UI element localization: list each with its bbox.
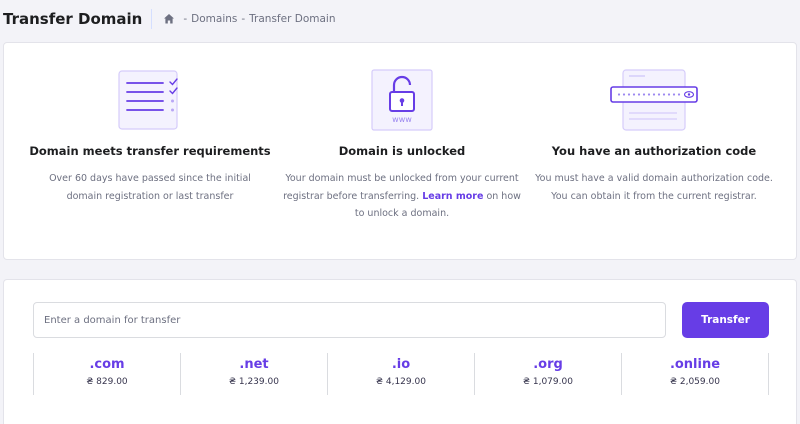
requirement-description: Over 60 days have passed since the initi…: [49, 173, 251, 202]
domain-transfer-input[interactable]: [33, 302, 666, 338]
breadcrumb-item-transfer-domain: Transfer Domain: [249, 13, 336, 25]
tld-item: .io ₴ 4,129.00: [327, 353, 474, 395]
tld-name: .io: [391, 357, 411, 372]
domain-transfer-card: Transfer .com ₴ 829.00 .net ₴ 1,239.00 .…: [3, 279, 797, 424]
tld-item: .com ₴ 829.00: [33, 353, 180, 395]
requirement-transfer-eligibility: Domain meets transfer requirements Over …: [18, 43, 282, 205]
tld-name: .net: [239, 357, 269, 372]
transfer-requirements-card: Domain meets transfer requirements Over …: [3, 42, 797, 260]
tld-price: ₴ 829.00: [86, 377, 128, 387]
tld-price: ₴ 1,239.00: [229, 377, 279, 387]
page-title: Transfer Domain: [3, 9, 153, 29]
tld-name: .com: [89, 357, 125, 372]
checklist-icon: [18, 68, 282, 132]
tld-price-list: .com ₴ 829.00 .net ₴ 1,239.00 .io ₴ 4,12…: [33, 353, 769, 395]
requirement-domain-unlocked: www Domain is unlocked Your domain must …: [270, 43, 534, 223]
requirement-title: Domain is unlocked: [338, 144, 466, 158]
unlocked-padlock-icon: www: [270, 68, 534, 132]
tld-item: .online ₴ 2,059.00: [621, 353, 769, 395]
breadcrumb-separator: -: [241, 13, 246, 25]
tld-price: ₴ 1,079.00: [523, 377, 573, 387]
breadcrumb-separator: -: [183, 13, 188, 25]
password-field-icon: [522, 68, 786, 132]
svg-text:www: www: [392, 115, 412, 124]
requirement-description: Your domain must be unlocked from your c…: [283, 173, 521, 219]
breadcrumb: - Domains - Transfer Domain: [163, 13, 335, 25]
learn-more-link[interactable]: Learn more: [422, 191, 483, 202]
tld-price: ₴ 4,129.00: [376, 377, 426, 387]
tld-item: .net ₴ 1,239.00: [180, 353, 327, 395]
tld-item: .org ₴ 1,079.00: [474, 353, 621, 395]
requirement-title: You have an authorization code: [551, 144, 757, 158]
requirement-authorization-code: You have an authorization code You must …: [522, 43, 786, 205]
requirement-title: Domain meets transfer requirements: [29, 144, 271, 158]
breadcrumb-item-domains[interactable]: Domains: [191, 13, 237, 25]
tld-price: ₴ 2,059.00: [670, 377, 720, 387]
tld-name: .org: [533, 357, 563, 372]
requirement-description: You must have a valid domain authorizati…: [535, 173, 773, 202]
page-header: Transfer Domain - Domains - Transfer Dom…: [0, 0, 800, 38]
tld-name: .online: [669, 357, 721, 372]
home-icon[interactable]: [163, 13, 175, 25]
transfer-button[interactable]: Transfer: [682, 302, 769, 338]
